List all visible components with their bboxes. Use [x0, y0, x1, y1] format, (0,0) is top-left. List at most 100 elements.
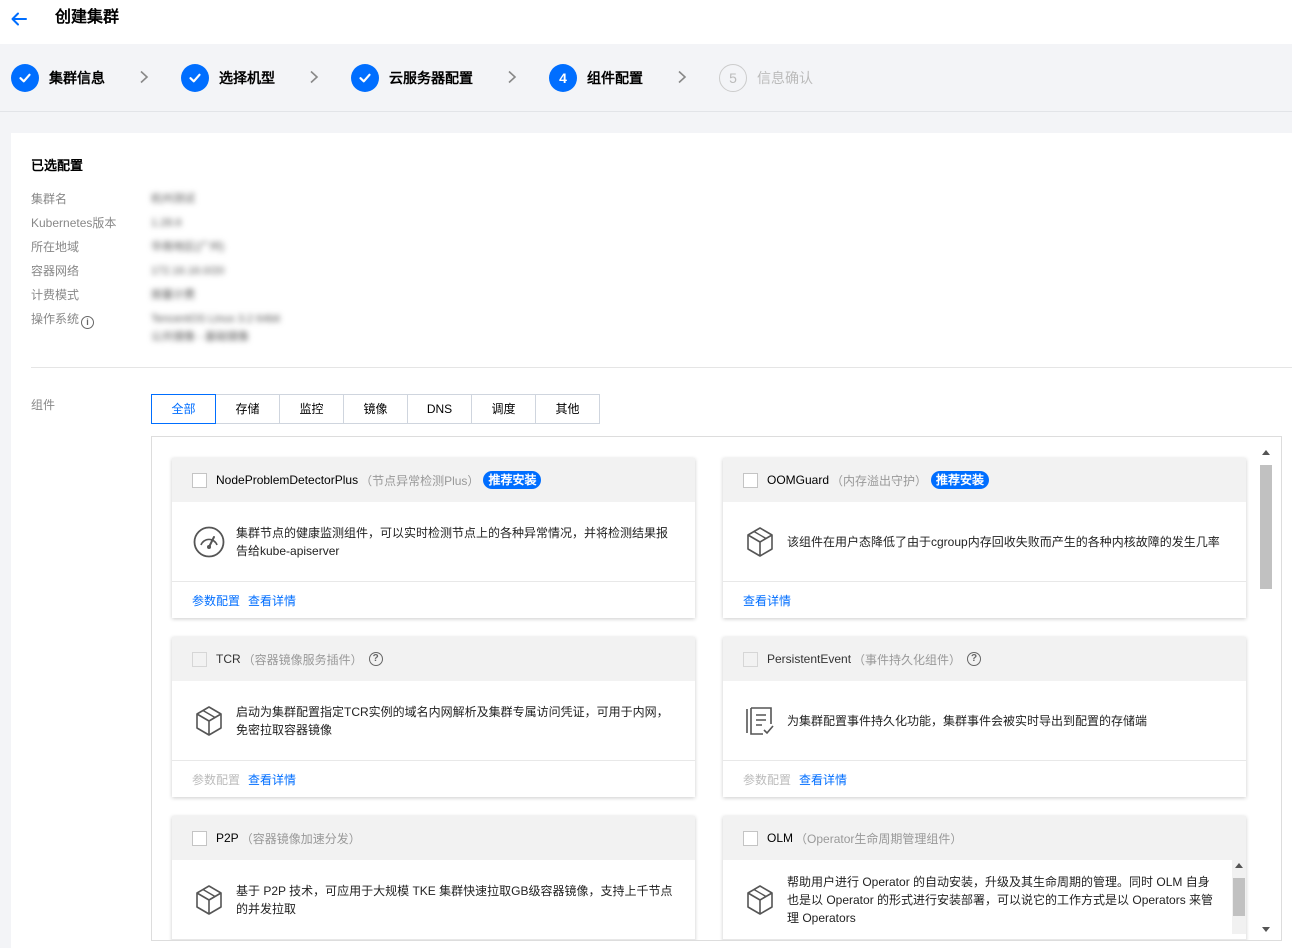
- component-description: 集群节点的健康监测组件，可以实时检测节点上的各种异常情况，并将检测结果报告给ku…: [236, 525, 669, 558]
- summary-label: 集群名: [31, 192, 68, 206]
- component-checkbox[interactable]: [743, 651, 758, 667]
- component-subtitle: （内存溢出守护）: [831, 473, 928, 488]
- cube-icon: [196, 884, 222, 915]
- card-header: NodeProblemDetectorPlus （节点异常检测Plus） 推荐安…: [172, 458, 695, 502]
- summary-label: 所在地域: [31, 240, 80, 254]
- step-number: 5: [719, 64, 747, 92]
- card-footer: 查看详情: [723, 582, 1246, 618]
- scrollbar-thumb[interactable]: [1260, 465, 1272, 589]
- chevron-right-icon: [310, 70, 319, 84]
- step-select-machine: 选择机型: [181, 63, 275, 93]
- view-details-link[interactable]: 查看详情: [743, 592, 791, 609]
- chevron-right-icon: [140, 70, 149, 84]
- cube-icon: [747, 884, 773, 915]
- scroll-up-icon[interactable]: [1235, 863, 1243, 868]
- step-cluster-info: 集群信息: [11, 63, 105, 93]
- cube-icon: [747, 526, 773, 557]
- chevron-right-icon: [678, 70, 687, 84]
- step-label: 信息确认: [757, 70, 813, 86]
- component-name: P2P: [216, 831, 239, 845]
- component-card-p2p: P2P （容器镜像加速分发） 基于 P2P 技术，可应用于大规模 TKE 集群快…: [172, 816, 695, 940]
- param-config-link: 参数配置: [192, 772, 241, 787]
- top-bar: 创建集群: [0, 0, 1292, 44]
- tab-storage[interactable]: 存储: [215, 394, 280, 424]
- component-list: NodeProblemDetectorPlus （节点异常检测Plus） 推荐安…: [151, 436, 1282, 941]
- recommend-badge: 推荐安装: [483, 471, 542, 489]
- card-body: 启动为集群配置指定TCR实例的域名内网解析及集群专属访问凭证，可用于内网，免密拉…: [172, 681, 695, 761]
- divider: [31, 367, 1292, 368]
- component-checkbox[interactable]: [743, 830, 758, 846]
- component-name: OOMGuard: [767, 473, 830, 487]
- card-body: 为集群配置事件持久化功能，集群事件会被实时导出到配置的存储端: [723, 681, 1246, 761]
- card-scrollbar[interactable]: [1232, 860, 1246, 934]
- card-body: 帮助用户进行 Operator 的自动安装，升级及其生命周期的管理。同时 OLM…: [723, 860, 1246, 940]
- help-icon[interactable]: ?: [368, 652, 383, 666]
- component-subtitle: （容器镜像服务插件）: [242, 652, 363, 667]
- tab-all[interactable]: 全部: [151, 394, 216, 424]
- component-description: 为集群配置事件持久化功能，集群事件会被实时导出到配置的存储端: [787, 713, 1148, 728]
- step-component-config: 4 组件配置: [549, 63, 643, 93]
- step-number: 4: [549, 64, 577, 92]
- card-body: 该组件在用户态降低了由于cgroup内存回收失败而产生的各种内核故障的发生几率: [723, 502, 1246, 582]
- summary-value: 172.16.16.0/20: [151, 265, 225, 277]
- component-checkbox[interactable]: [192, 472, 207, 488]
- scroll-down-icon[interactable]: [1262, 927, 1270, 932]
- component-subtitle: （容器镜像加速分发）: [240, 831, 361, 846]
- back-arrow-icon[interactable]: [10, 10, 28, 28]
- component-tabs: 全部 存储 监控 镜像 DNS 调度 其他: [151, 394, 600, 424]
- card-header: TCR （容器镜像服务插件） ?: [172, 637, 695, 681]
- step-label: 云服务器配置: [389, 70, 473, 86]
- card-header: OLM （Operator生命周期管理组件）: [723, 816, 1246, 860]
- card-footer: 参数配置 查看详情: [172, 582, 695, 618]
- step-label: 集群信息: [49, 70, 105, 86]
- tab-other[interactable]: 其他: [535, 394, 600, 424]
- cube-icon: [196, 705, 222, 736]
- step-cvm-config: 云服务器配置: [351, 63, 473, 93]
- tab-dns[interactable]: DNS: [407, 394, 472, 424]
- scroll-up-icon[interactable]: [1262, 450, 1270, 455]
- recommend-badge: 推荐安装: [931, 471, 990, 489]
- step-indicator: 集群信息 选择机型 云服务器配置 4 组件配置 5 信息确认: [0, 44, 1292, 112]
- summary-label: Kubernetes版本: [31, 216, 117, 230]
- info-icon[interactable]: i: [81, 316, 95, 329]
- summary-value: 华南地区(广州): [151, 241, 225, 253]
- component-checkbox[interactable]: [743, 472, 758, 488]
- component-card-npd: NodeProblemDetectorPlus （节点异常检测Plus） 推荐安…: [172, 458, 695, 618]
- card-footer: 参数配置 查看详情: [172, 761, 695, 797]
- list-scrollbar[interactable]: [1259, 447, 1273, 935]
- tab-scheduling[interactable]: 调度: [471, 394, 536, 424]
- step-confirm: 5 信息确认: [719, 63, 813, 93]
- summary-label: 容器网络: [31, 264, 80, 278]
- card-body: 基于 P2P 技术，可应用于大规模 TKE 集群快速拉取GB级容器镜像，支持上千…: [172, 860, 695, 940]
- tab-monitoring[interactable]: 监控: [279, 394, 344, 424]
- param-config-link[interactable]: 参数配置: [192, 592, 240, 609]
- component-description: 基于 P2P 技术，可应用于大规模 TKE 集群快速拉取GB级容器镜像，支持上千…: [236, 883, 673, 916]
- card-header: OOMGuard （内存溢出守护） 推荐安装: [723, 458, 1246, 502]
- tab-image[interactable]: 镜像: [343, 394, 408, 424]
- component-card-olm: OLM （Operator生命周期管理组件） 帮助用户进行 Operator 的…: [723, 816, 1246, 940]
- view-details-link[interactable]: 查看详情: [248, 592, 296, 609]
- scrollbar-thumb[interactable]: [1233, 878, 1245, 916]
- component-subtitle: （节点异常检测Plus）: [360, 473, 480, 488]
- check-icon: [11, 64, 39, 92]
- step-label: 组件配置: [587, 70, 643, 86]
- component-checkbox[interactable]: [192, 830, 207, 846]
- check-icon: [351, 64, 379, 92]
- help-icon[interactable]: ?: [967, 652, 982, 666]
- component-description: 该组件在用户态降低了由于cgroup内存回收失败而产生的各种内核故障的发生几率: [787, 534, 1220, 549]
- summary-value: 杭州测试: [151, 193, 195, 205]
- card-header: P2P （容器镜像加速分发）: [172, 816, 695, 860]
- view-details-link[interactable]: 查看详情: [248, 771, 296, 788]
- component-card-persistent-event: PersistentEvent （事件持久化组件） ? 为集群配置事件持久化功能…: [723, 637, 1246, 797]
- component-checkbox[interactable]: [192, 651, 207, 667]
- view-details-link[interactable]: 查看详情: [799, 771, 847, 788]
- component-description: 启动为集群配置指定TCR实例的域名内网解析及集群专属访问凭证，可用于内网，免密拉…: [236, 704, 669, 737]
- summary-label: 操作系统: [31, 312, 80, 326]
- param-config-link: 参数配置: [743, 772, 792, 787]
- step-label: 选择机型: [219, 70, 275, 86]
- summary-value: TencentOS Linux 3.2 64bit: [151, 313, 281, 325]
- component-subtitle: （Operator生命周期管理组件）: [795, 831, 963, 846]
- summary-label: 计费模式: [31, 288, 80, 302]
- component-name: NodeProblemDetectorPlus: [216, 473, 359, 487]
- component-name: TCR: [216, 652, 241, 666]
